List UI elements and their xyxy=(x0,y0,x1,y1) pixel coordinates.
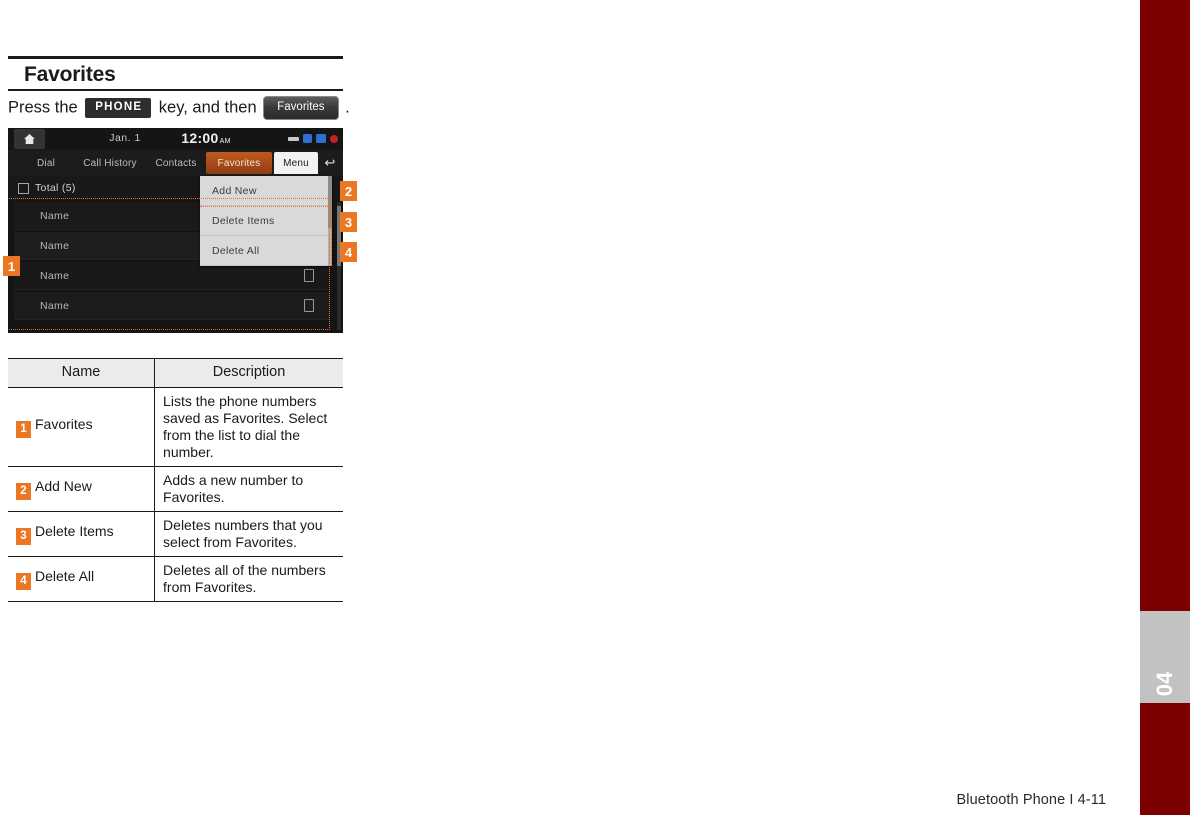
record-icon xyxy=(330,134,338,143)
list-item-name: Name xyxy=(40,299,70,312)
table-cell-name: 3 Delete Items xyxy=(8,511,156,558)
row-badge-3: 3 xyxy=(16,528,31,546)
status-icons xyxy=(288,134,338,143)
callout-marker-3: 3 xyxy=(340,212,357,232)
table-cell-description: Deletes all of the numbers from Favorite… xyxy=(154,556,343,603)
row-name-text: Favorites xyxy=(35,415,93,432)
callout-marker-2: 2 xyxy=(340,181,357,201)
list-item-name: Name xyxy=(40,269,70,282)
table-header-description: Description xyxy=(154,358,343,388)
menu-dropdown: Add New Delete Items Delete All xyxy=(200,176,332,266)
instruction-middle: key, and then xyxy=(158,98,257,117)
callout-marker-1: 1 xyxy=(3,256,20,276)
page-footer: Bluetooth Phone I 4-11 xyxy=(956,792,1106,808)
menu-item-delete-items[interactable]: Delete Items xyxy=(200,206,332,236)
back-arrow-icon[interactable]: ↩ xyxy=(318,152,342,174)
page-content: Favorites Press the PHONE key, and then … xyxy=(3,0,1098,815)
status-time: 12:00AM xyxy=(156,130,256,146)
instruction-prefix: Press the xyxy=(8,98,78,117)
phone-type-icon xyxy=(304,299,314,312)
list-icon xyxy=(18,182,29,194)
table-cell-name: 2 Add New xyxy=(8,465,156,513)
table-header-name: Name xyxy=(8,358,156,388)
table-cell-description: Adds a new number to Favorites. xyxy=(154,465,343,513)
tab-menu[interactable]: Menu xyxy=(274,152,318,174)
heading-rule-bottom xyxy=(8,89,343,91)
home-icon xyxy=(23,133,36,145)
device-screen: Jan. 1 12:00AM Dial Call History Contact… xyxy=(8,128,343,333)
table-cell-name: 1 Favorites xyxy=(8,386,156,468)
row-name-text: Delete Items xyxy=(35,523,114,540)
row-badge-1: 1 xyxy=(16,420,31,438)
signal-icon xyxy=(316,134,326,143)
tab-favorites[interactable]: Favorites xyxy=(206,152,272,174)
page-title: Favorites xyxy=(24,63,116,86)
total-label: Total (5) xyxy=(35,182,76,194)
bluetooth-icon xyxy=(303,134,312,143)
table-cell-description: Deletes numbers that you select from Fav… xyxy=(154,511,343,558)
device-status-bar: Jan. 1 12:00AM xyxy=(8,128,343,150)
row-badge-2: 2 xyxy=(16,483,31,501)
tab-contacts[interactable]: Contacts xyxy=(146,152,206,174)
menu-scrollbar-thumb[interactable] xyxy=(328,176,332,228)
media-bar-icon xyxy=(288,136,299,141)
tab-call-history[interactable]: Call History xyxy=(74,152,146,174)
list-item[interactable]: Name xyxy=(14,292,330,320)
chapter-tab: 04 xyxy=(1140,611,1190,703)
feature-description-table: Name Description 1 Favorites Lists the ph… xyxy=(8,358,343,603)
menu-item-delete-all[interactable]: Delete All xyxy=(200,236,332,266)
chapter-spine: 04 xyxy=(1140,0,1190,815)
row-name-text: Delete All xyxy=(35,568,95,585)
table-row: 3 Delete Items Deletes numbers that you s… xyxy=(8,511,343,558)
phone-key-badge: PHONE xyxy=(85,98,152,118)
table-row: 4 Delete All Deletes all of the numbers f… xyxy=(8,556,343,603)
chapter-number: 04 xyxy=(1152,671,1177,697)
menu-item-add-new[interactable]: Add New xyxy=(200,176,332,206)
callout-marker-4: 4 xyxy=(340,242,357,262)
list-item[interactable]: Name xyxy=(14,262,330,290)
row-name-text: Add New xyxy=(35,478,92,495)
table-row: 2 Add New Adds a new number to Favorites. xyxy=(8,465,343,513)
tab-dial[interactable]: Dial xyxy=(20,152,72,174)
status-time-value: 12:00 xyxy=(181,130,219,146)
favorites-button-badge: Favorites xyxy=(263,96,339,120)
table-row: 1 Favorites Lists the phone numbers saved… xyxy=(8,386,343,468)
list-item-name: Name xyxy=(40,239,70,252)
instruction-line: Press the PHONE key, and then Favorites … xyxy=(8,96,428,120)
phone-type-icon xyxy=(304,269,314,282)
section-heading: Favorites xyxy=(8,56,343,91)
row-badge-4: 4 xyxy=(16,573,31,591)
table-header-row: Name Description xyxy=(8,358,343,388)
table-cell-description: Lists the phone numbers saved as Favorit… xyxy=(154,386,343,468)
device-screenshot: Jan. 1 12:00AM Dial Call History Contact… xyxy=(8,128,343,333)
status-time-ampm: AM xyxy=(219,138,231,145)
instruction-suffix: . xyxy=(345,98,350,117)
table-cell-name: 4 Delete All xyxy=(8,556,156,603)
menu-scrollbar[interactable] xyxy=(328,176,332,266)
list-item-name: Name xyxy=(40,209,70,222)
home-button[interactable] xyxy=(14,129,45,149)
device-tab-bar: Dial Call History Contacts Favorites Men… xyxy=(8,150,343,177)
